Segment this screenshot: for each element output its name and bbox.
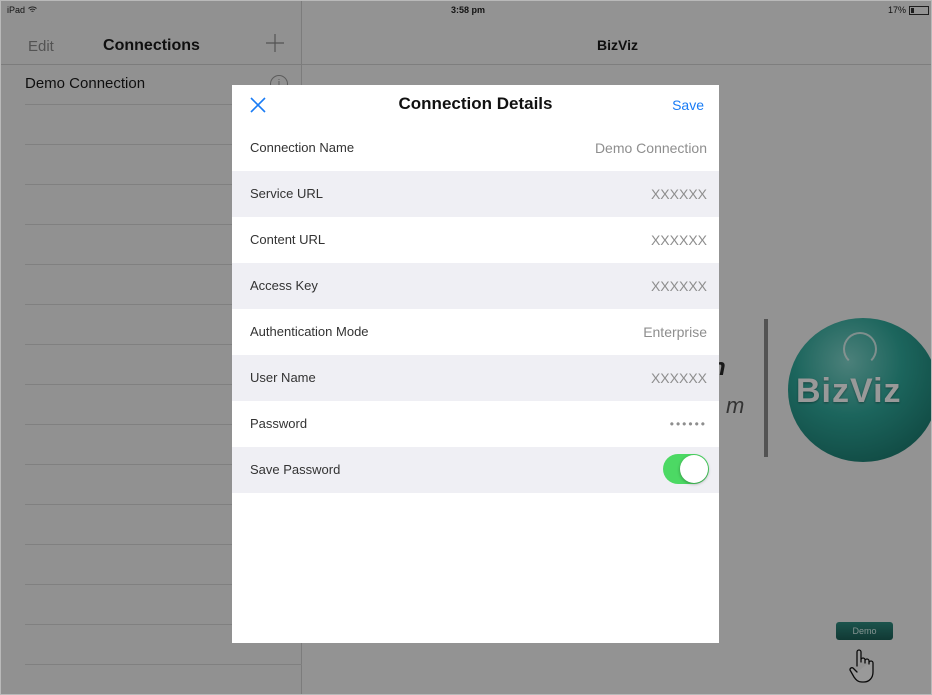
user-name-label: User Name xyxy=(250,370,316,385)
user-name-field[interactable]: XXXXXX xyxy=(651,370,707,386)
connection-details-modal: Connection Details Save Connection Name … xyxy=(232,85,719,643)
service-url-row[interactable]: Service URL XXXXXX xyxy=(232,171,719,217)
access-key-row[interactable]: Access Key XXXXXX xyxy=(232,263,719,309)
password-field[interactable]: •••••• xyxy=(670,417,707,431)
modal-title: Connection Details xyxy=(398,94,553,113)
access-key-label: Access Key xyxy=(250,278,318,293)
save-button[interactable]: Save xyxy=(672,97,704,113)
authentication-mode-label: Authentication Mode xyxy=(250,324,369,339)
connection-name-field[interactable]: Demo Connection xyxy=(595,140,707,156)
service-url-field[interactable]: XXXXXX xyxy=(651,186,707,202)
content-url-row[interactable]: Content URL XXXXXX xyxy=(232,217,719,263)
modal-header: Connection Details Save xyxy=(232,85,719,125)
connection-form: Connection Name Demo Connection Service … xyxy=(232,125,719,493)
authentication-mode-select[interactable]: Enterprise xyxy=(643,324,707,340)
access-key-field[interactable]: XXXXXX xyxy=(651,278,707,294)
service-url-label: Service URL xyxy=(250,186,323,201)
connection-name-row[interactable]: Connection Name Demo Connection xyxy=(232,125,719,171)
password-label: Password xyxy=(250,416,308,431)
authentication-mode-row[interactable]: Authentication Mode Enterprise xyxy=(232,309,719,355)
user-name-row[interactable]: User Name XXXXXX xyxy=(232,355,719,401)
password-row[interactable]: Password •••••• xyxy=(232,401,719,447)
content-url-field[interactable]: XXXXXX xyxy=(651,232,707,248)
content-url-label: Content URL xyxy=(250,232,326,247)
save-password-label: Save Password xyxy=(250,462,341,477)
save-password-row: Save Password xyxy=(232,447,719,493)
connection-name-label: Connection Name xyxy=(250,140,355,155)
toggle-knob xyxy=(680,455,708,483)
ipad-screen: Edit Connections Demo Connection i BizVi… xyxy=(0,0,932,695)
save-password-toggle[interactable] xyxy=(663,454,709,484)
